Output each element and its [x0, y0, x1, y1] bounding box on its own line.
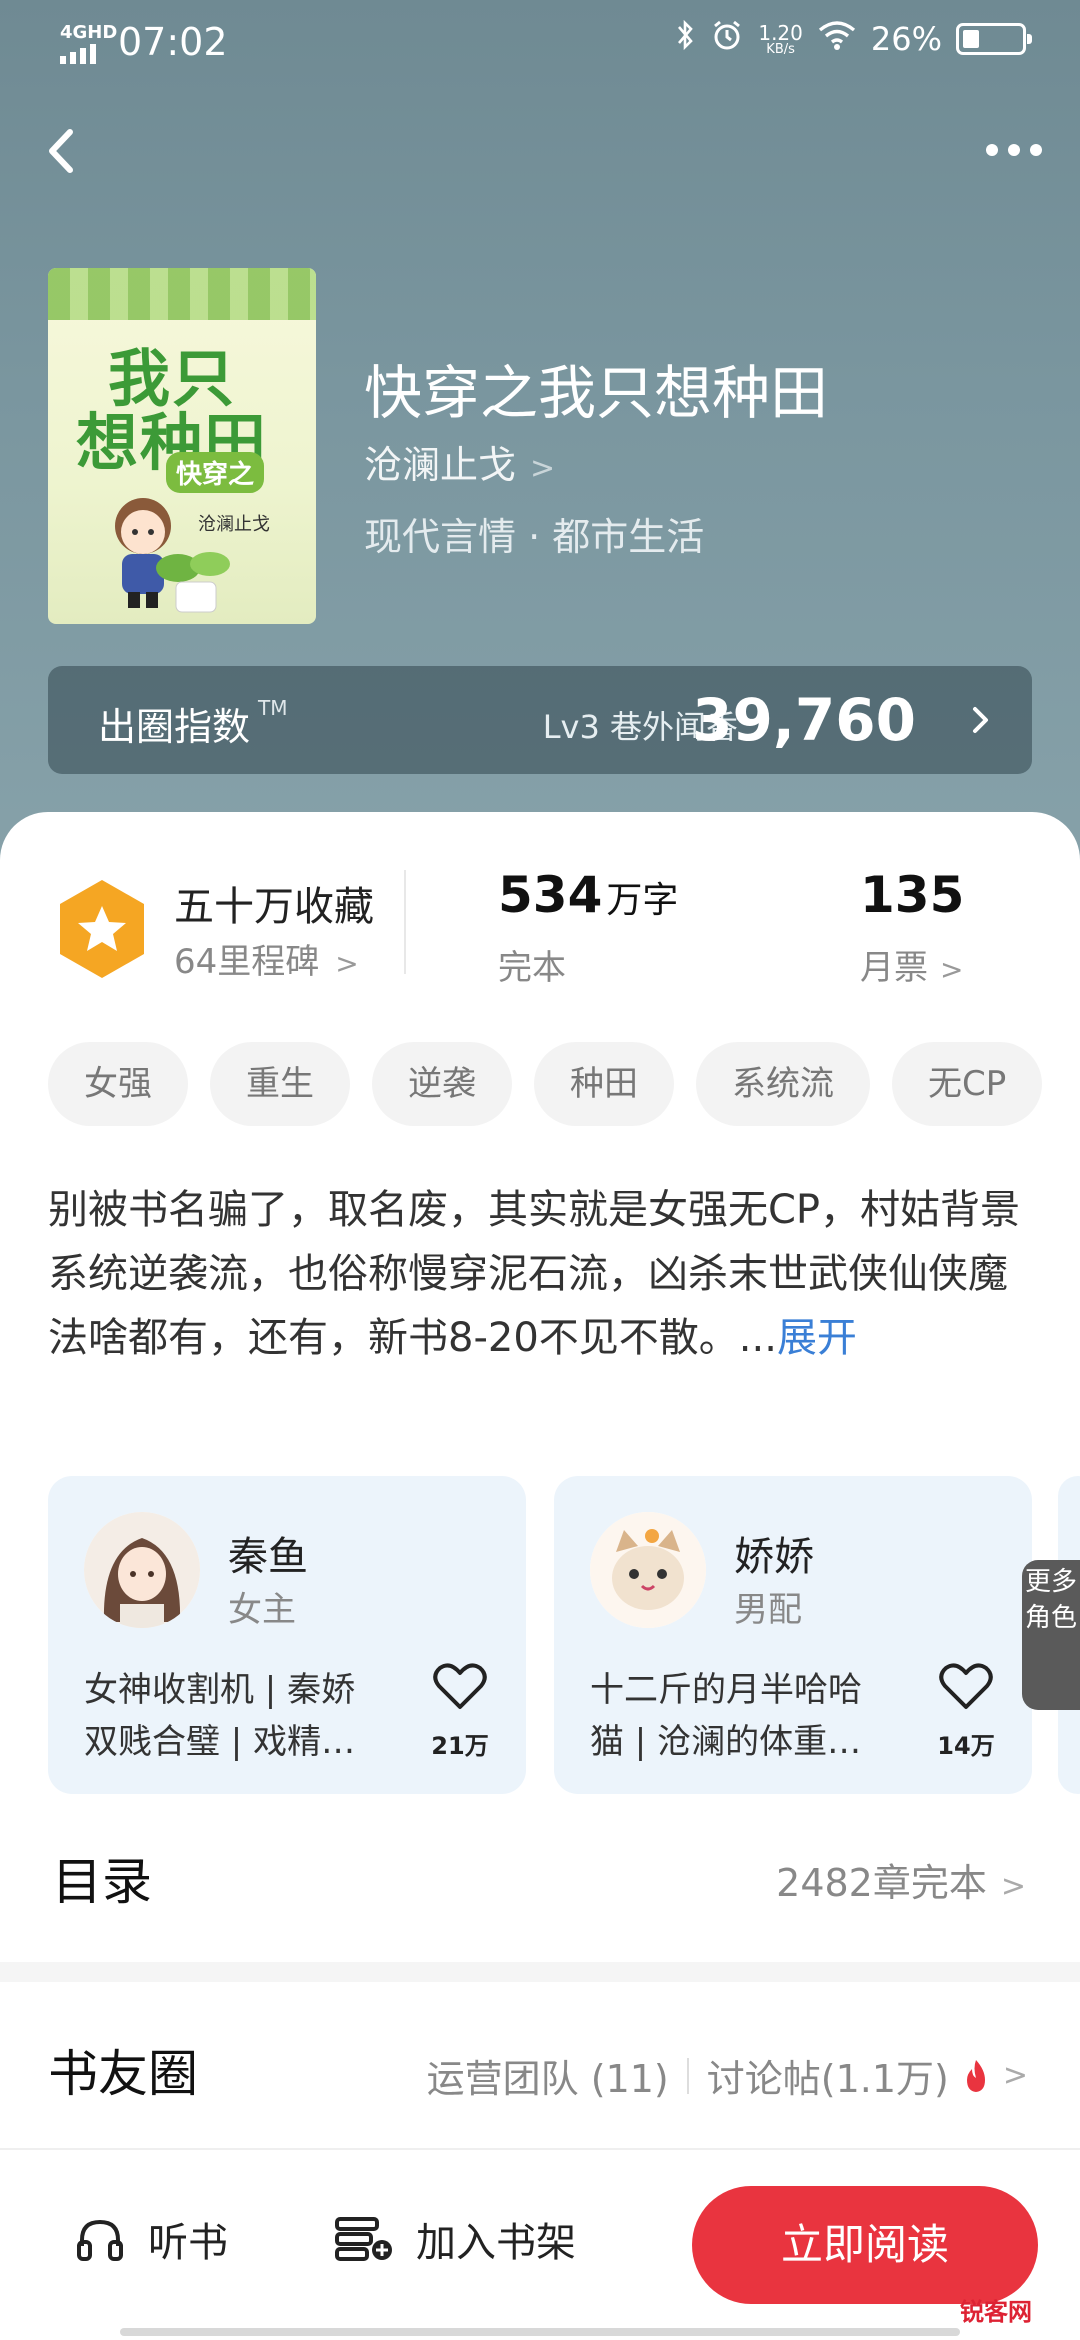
character-card[interactable]: 秦鱼 女主 女神收割机 | 秦娇 双贱合璧 | 戏精… 21万: [48, 1476, 526, 1794]
chevron-left-icon: [49, 129, 73, 173]
milestone-count: 64里程碑: [174, 942, 320, 982]
reader-circle-title[interactable]: 书友圈: [48, 2034, 198, 2106]
bluetooth-icon: [676, 18, 696, 60]
character-avatar: [590, 1512, 706, 1628]
more-characters-button[interactable]: 更多角色: [1022, 1560, 1080, 1710]
operation-team-link[interactable]: 运营团队 (11): [427, 2048, 669, 2103]
influence-index-bar[interactable]: 出圈指数 TM Lv3 巷外闻香 39,760: [48, 666, 1032, 774]
section-separator: [0, 1962, 1080, 1982]
alarm-icon: [710, 18, 744, 60]
trademark-mark: TM: [258, 696, 288, 720]
network-type: 4GHD: [60, 22, 118, 43]
wifi-icon: [817, 19, 857, 59]
read-now-button[interactable]: 立即阅读: [692, 2186, 1038, 2304]
back-button[interactable]: [30, 118, 90, 184]
heart-icon[interactable]: [938, 1662, 994, 1712]
cover-plant-illustration: [156, 552, 230, 613]
chevron-right-icon: >: [1000, 1869, 1026, 1904]
listen-button[interactable]: 听书: [76, 2210, 228, 2268]
milestone-badge-icon: [60, 880, 144, 978]
more-button[interactable]: [976, 132, 1052, 168]
monthly-ticket-link[interactable]: 月票 >: [860, 940, 963, 989]
monthly-ticket-count: 135: [860, 866, 965, 924]
divider: [686, 2057, 689, 2094]
chevron-right-icon: >: [530, 451, 556, 486]
divider: [404, 870, 406, 974]
chapter-count: 2482章完本: [776, 1861, 987, 1905]
word-count: 534 万字: [498, 866, 679, 924]
add-to-shelf-icon: [335, 2217, 392, 2261]
character-name: 娇娇: [734, 1534, 814, 1580]
like-count: 14万: [937, 1732, 995, 1760]
expand-link[interactable]: 展开: [777, 1315, 857, 1361]
monthly-ticket-label: 月票: [860, 948, 928, 988]
tag-chip[interactable]: 重生: [210, 1042, 350, 1126]
tag-chip[interactable]: 无CP: [892, 1042, 1043, 1126]
tag-chip[interactable]: 系统流: [696, 1042, 870, 1126]
character-role: 男配: [734, 1590, 802, 1630]
tag-chip[interactable]: 逆袭: [372, 1042, 512, 1126]
author-name: 沧澜止戈: [364, 443, 517, 487]
milestone-link[interactable]: 64里程碑 >: [174, 934, 359, 983]
chevron-right-icon: >: [1002, 2058, 1028, 2093]
home-indicator[interactable]: [120, 2328, 960, 2336]
clock: 07:02: [118, 20, 228, 64]
synopsis-text: 别被书名骗了，取名废，其实就是女强无CP，村姑背景系统逆袭流，也俗称慢穿泥石流，…: [48, 1187, 1021, 1361]
add-to-shelf-button[interactable]: 加入书架: [334, 2210, 576, 2268]
chevron-right-icon: >: [940, 953, 964, 986]
fire-icon: [966, 2059, 985, 2092]
heart-icon[interactable]: [432, 1662, 488, 1712]
completion-status: 完本: [498, 948, 566, 988]
synopsis: 别被书名骗了，取名废，其实就是女强无CP，村姑背景系统逆袭流，也俗称慢穿泥石流，…: [48, 1178, 1038, 1370]
headphones-icon: [77, 2219, 123, 2261]
network-speed: 1.20 KB/s: [758, 20, 803, 57]
influence-label: 出圈指数: [98, 705, 251, 749]
character-name: 秦鱼: [228, 1534, 308, 1580]
tag-list: 女强 重生 逆袭 种田 系统流 无CP: [48, 1042, 1080, 1130]
reader-circle-links[interactable]: 运营团队 (11) 讨论帖(1.1万) >: [427, 2048, 1028, 2103]
chevron-right-icon: [973, 707, 988, 733]
book-genre: 现代言情 · 都市生活: [364, 515, 705, 559]
toc-link[interactable]: 2482章完本 >: [776, 1852, 1026, 1907]
character-avatar: [84, 1512, 200, 1628]
cover-grass: [48, 268, 316, 320]
character-card[interactable]: 娇娇 男配 十二斤的月半哈哈 猫 | 沧澜的体重… 14万: [554, 1476, 1032, 1794]
signal-icon: [60, 44, 96, 64]
cover-tag: 快穿之: [166, 452, 265, 493]
toc-title[interactable]: 目录: [52, 1842, 152, 1914]
cover-author: 沧澜止戈: [198, 514, 270, 535]
add-to-shelf-label: 加入书架: [416, 2220, 576, 2266]
battery-percent: 26%: [870, 20, 942, 58]
book-cover[interactable]: 我只 想种田 快穿之 沧澜止戈: [48, 268, 316, 624]
collection-milestone[interactable]: 五十万收藏: [174, 874, 374, 932]
book-title: 快穿之我只想种田: [364, 359, 829, 427]
author-link[interactable]: 沧澜止戈 >: [364, 434, 555, 489]
status-bar: 4GHD 07:02 1.20 KB/s 26%: [0, 0, 1080, 84]
listen-label: 听书: [148, 2220, 228, 2266]
character-description: 十二斤的月半哈哈 猫 | 沧澜的体重…: [590, 1670, 862, 1762]
character-role: 女主: [228, 1590, 296, 1630]
like-count: 21万: [431, 1732, 489, 1760]
watermark: 锐客网: [960, 2298, 1032, 2326]
character-description: 女神收割机 | 秦娇 双贱合璧 | 戏精…: [84, 1670, 356, 1762]
influence-score: 39,760: [692, 686, 916, 754]
discussion-posts-link[interactable]: 讨论帖(1.1万): [707, 2048, 949, 2103]
battery-icon: [956, 23, 1032, 55]
tag-chip[interactable]: 女强: [48, 1042, 188, 1126]
tag-chip[interactable]: 种田: [534, 1042, 674, 1126]
chevron-right-icon: >: [335, 947, 359, 980]
